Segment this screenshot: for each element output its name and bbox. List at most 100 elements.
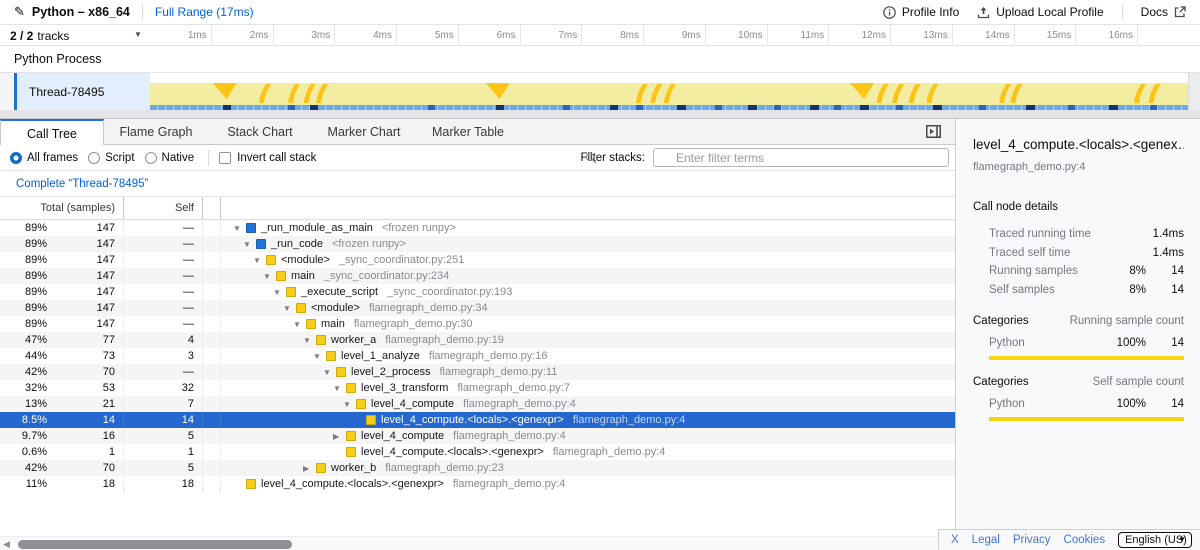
call-tree-row[interactable]: 42%70—▼level_2_processflamegraph_demo.py… [0, 364, 955, 380]
source-location: flamegraph_demo.py:4 [453, 430, 566, 442]
collapse-icon[interactable]: ▼ [253, 256, 266, 265]
collapse-icon[interactable]: ▼ [333, 384, 346, 393]
total-samples: 53 [52, 380, 124, 396]
call-tree-row[interactable]: 8.5%1414level_4_compute.<locals>.<genexp… [0, 412, 955, 428]
call-tree-row[interactable]: 32%5332▼level_3_transformflamegraph_demo… [0, 380, 955, 396]
footer-link-legal[interactable]: Legal [972, 534, 1000, 546]
total-percent: 89% [0, 238, 52, 250]
thread-activity-graph[interactable] [150, 73, 1188, 110]
process-track-header[interactable]: Python Process [0, 46, 1200, 73]
total-samples: 147 [52, 316, 124, 332]
tracks-dropdown-button[interactable]: 2 / 2 tracks ▼ [0, 25, 150, 46]
collapse-icon[interactable]: ▼ [293, 320, 306, 329]
tab-marker-chart[interactable]: Marker Chart [312, 119, 416, 145]
open-sidebar-icon[interactable] [926, 125, 941, 138]
total-samples: 147 [52, 268, 124, 284]
collapse-icon[interactable]: ▼ [283, 304, 296, 313]
docs-link[interactable]: Docs [1141, 5, 1186, 19]
call-tree-row[interactable]: 89%147—▼<module>_sync_coordinator.py:251 [0, 252, 955, 268]
tab-flame-graph[interactable]: Flame Graph [104, 119, 208, 145]
call-tree-row[interactable]: 89%147—▼_execute_script_sync_coordinator… [0, 284, 955, 300]
detail-row: Running samples8%14 [973, 262, 1184, 281]
collapse-icon[interactable]: ▼ [323, 368, 336, 377]
thread-track-label[interactable]: Thread-78495 [17, 73, 150, 110]
footer-link-cookies[interactable]: Cookies [1064, 534, 1106, 546]
call-tree-row[interactable]: 89%147—▼_run_module_as_main<frozen runpy… [0, 220, 955, 236]
call-tree-row[interactable]: 89%147—▼mainflamegraph_demo.py:30 [0, 316, 955, 332]
column-spacer [203, 197, 221, 219]
function-name: _run_code [271, 238, 323, 250]
category-square-icon [256, 239, 266, 249]
profile-info-button[interactable]: Profile Info [883, 5, 959, 19]
time-tick: 13ms [891, 25, 953, 46]
row-spacer [203, 364, 221, 380]
source-location: _sync_coordinator.py:193 [387, 286, 512, 298]
process-name: Python Process [14, 52, 102, 66]
column-self[interactable]: Self [124, 197, 203, 219]
call-tree-row[interactable]: 47%774▼worker_aflamegraph_demo.py:19 [0, 332, 955, 348]
call-tree-row[interactable]: 89%147—▼<module>flamegraph_demo.py:34 [0, 300, 955, 316]
call-tree-row[interactable]: 9.7%165▶level_4_computeflamegraph_demo.p… [0, 428, 955, 444]
collapse-icon[interactable]: ▼ [233, 224, 246, 233]
category-square-icon [326, 351, 336, 361]
total-percent: 42% [0, 366, 52, 378]
expand-icon[interactable]: ▶ [333, 432, 346, 441]
call-tree-row[interactable]: 11%1818level_4_compute.<locals>.<genexpr… [0, 476, 955, 492]
row-spacer [203, 412, 221, 428]
divider [208, 150, 209, 166]
time-ticks: 1ms2ms3ms4ms5ms6ms7ms8ms9ms10ms11ms12ms1… [150, 25, 1200, 46]
collapse-icon[interactable]: ▼ [343, 400, 356, 409]
invert-call-stack-checkbox[interactable]: Invert call stack [219, 152, 316, 164]
collapse-icon[interactable]: ▼ [273, 288, 286, 297]
time-tick: 9ms [644, 25, 706, 46]
radio-native[interactable]: Native [145, 152, 195, 164]
scrollbar-thumb[interactable] [18, 540, 292, 549]
category-square-icon [336, 367, 346, 377]
panel-splitter[interactable] [0, 110, 1200, 119]
full-range-tab[interactable]: Full Range (17ms) [155, 5, 254, 19]
row-spacer [203, 332, 221, 348]
filter-stacks-input[interactable] [653, 148, 949, 167]
radio-all-frames[interactable]: All frames [10, 152, 78, 164]
self-samples: 7 [124, 396, 203, 412]
total-samples: 18 [52, 476, 124, 492]
breadcrumb-complete-thread[interactable]: Complete “Thread-78495” [16, 178, 148, 190]
total-percent: 89% [0, 302, 52, 314]
call-tree-row[interactable]: 44%733▼level_1_analyzeflamegraph_demo.py… [0, 348, 955, 364]
total-percent: 32% [0, 382, 52, 394]
expand-icon[interactable]: ▶ [303, 464, 316, 473]
sidebar-node-title: level_4_compute.<locals>.<genex… [973, 137, 1184, 152]
horizontal-scrollbar[interactable]: ◀ [0, 536, 955, 550]
function-name: level_4_compute [371, 398, 454, 410]
call-tree-row[interactable]: 13%217▼level_4_computeflamegraph_demo.py… [0, 396, 955, 412]
upload-profile-button[interactable]: Upload Local Profile [977, 5, 1103, 19]
collapse-icon[interactable]: ▼ [313, 352, 326, 361]
column-total-samples[interactable]: Total (samples) [0, 197, 124, 219]
total-samples: 16 [52, 428, 124, 444]
tab-stack-chart[interactable]: Stack Chart [208, 119, 312, 145]
call-tree-row[interactable]: 0.6%11level_4_compute.<locals>.<genexpr>… [0, 444, 955, 460]
call-tree-row[interactable]: 89%147—▼main_sync_coordinator.py:234 [0, 268, 955, 284]
call-node-details-heading: Call node details [973, 201, 1184, 213]
thread-track[interactable]: Thread-78495 [0, 73, 1200, 110]
footer-link-privacy[interactable]: Privacy [1013, 534, 1051, 546]
category-square-icon [346, 447, 356, 457]
footer-link-x[interactable]: X [951, 534, 959, 546]
time-tick [1138, 25, 1200, 46]
radio-script[interactable]: Script [88, 152, 134, 164]
time-tick: 3ms [274, 25, 336, 46]
edit-pencil-icon[interactable]: ✎ [14, 4, 25, 20]
tab-call-tree[interactable]: Call Tree [0, 119, 104, 146]
call-tree-row[interactable]: 89%147—▼_run_code<frozen runpy> [0, 236, 955, 252]
tab-marker-table[interactable]: Marker Table [416, 119, 520, 145]
footer-bar: X Legal Privacy Cookies English (US) ▼ [938, 529, 1200, 550]
collapse-icon[interactable]: ▼ [243, 240, 256, 249]
language-select[interactable]: English (US) ▼ [1118, 532, 1192, 548]
collapse-icon[interactable]: ▼ [263, 272, 276, 281]
function-name: level_4_compute.<locals>.<genexpr> [381, 414, 564, 426]
scroll-left-arrow-icon[interactable]: ◀ [3, 539, 10, 550]
collapse-icon[interactable]: ▼ [303, 336, 316, 345]
source-location: flamegraph_demo.py:19 [385, 334, 504, 346]
detail-row: Traced running time1.4ms [973, 225, 1184, 244]
call-tree-row[interactable]: 42%705▶worker_bflamegraph_demo.py:23 [0, 460, 955, 476]
